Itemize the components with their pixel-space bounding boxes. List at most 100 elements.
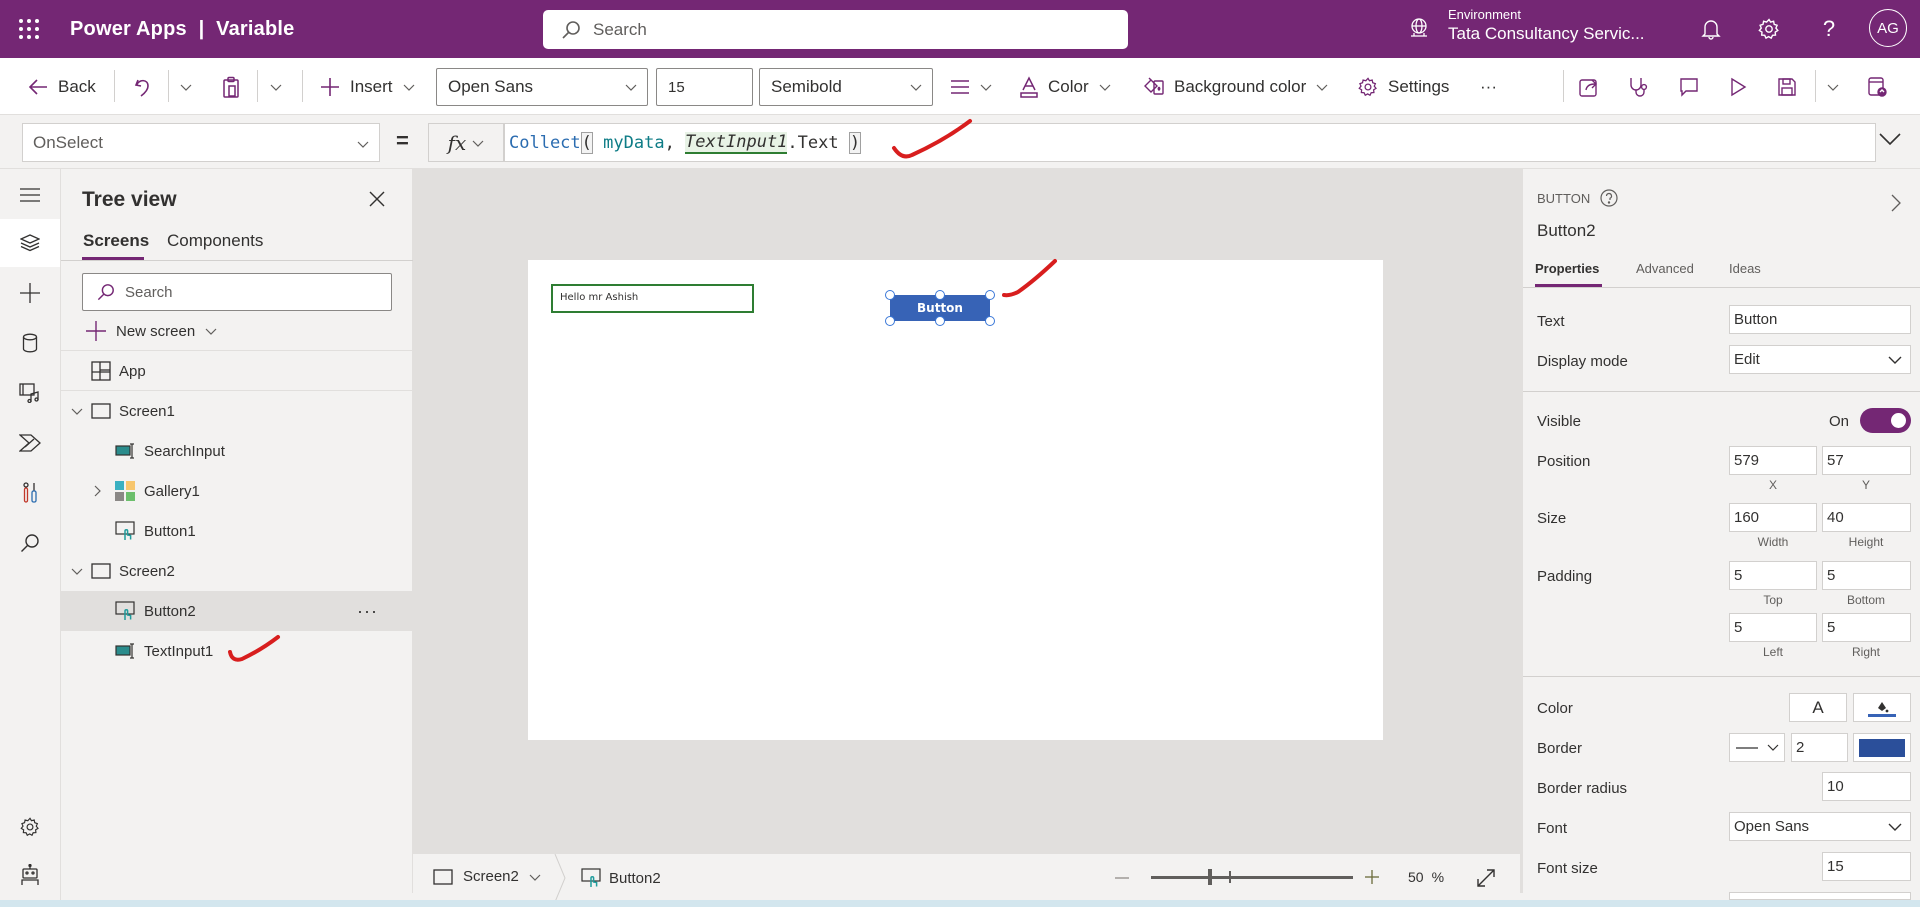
function-button[interactable]: fx xyxy=(428,123,504,162)
tree-item-app[interactable]: App xyxy=(61,351,413,391)
position-y-input[interactable]: 57 xyxy=(1822,446,1911,475)
publish-button[interactable] xyxy=(1866,58,1888,115)
advanced-tools-nav[interactable] xyxy=(0,469,60,517)
resize-handle[interactable] xyxy=(935,316,945,326)
font-weight-dropdown[interactable]: Semibold xyxy=(759,68,933,106)
new-screen-button[interactable]: New screen xyxy=(86,316,217,346)
resize-handle[interactable] xyxy=(885,316,895,326)
new-screen-label: New screen xyxy=(116,322,196,340)
tree-search-input[interactable]: Search xyxy=(82,273,392,311)
border-width-input[interactable]: 2 xyxy=(1791,733,1848,762)
padding-bottom-input[interactable]: 5 xyxy=(1822,561,1911,590)
font-size-input[interactable]: 15 xyxy=(656,68,753,106)
control-breadcrumb[interactable]: Button2 xyxy=(581,868,661,888)
global-search[interactable]: Search xyxy=(543,10,1128,49)
tab-components[interactable]: Components xyxy=(167,231,263,251)
background-color-button[interactable]: Background color xyxy=(1142,58,1328,115)
padding-top-input[interactable]: 5 xyxy=(1729,561,1817,590)
zoom-in-button[interactable] xyxy=(1365,870,1379,884)
property-selector[interactable]: OnSelect xyxy=(22,123,380,162)
save-menu-button[interactable] xyxy=(1827,58,1839,115)
paste-button[interactable] xyxy=(222,58,240,115)
text-align-button[interactable] xyxy=(950,58,992,115)
font-dropdown[interactable]: Open Sans xyxy=(1729,812,1911,841)
preview-button[interactable] xyxy=(1728,58,1748,115)
tree-item-textinput1[interactable]: TextInput1 xyxy=(61,631,413,671)
search-nav[interactable] xyxy=(0,519,60,567)
border-color-picker[interactable] xyxy=(1853,733,1911,762)
border-radius-input[interactable]: 10 xyxy=(1822,772,1911,801)
collapse-panel-chevron-icon[interactable] xyxy=(1890,193,1902,213)
tree-item-screen1[interactable]: Screen1 xyxy=(61,391,413,431)
comments-button[interactable] xyxy=(1678,58,1700,115)
expand-formula-icon[interactable] xyxy=(1878,131,1902,147)
save-button[interactable] xyxy=(1777,58,1797,115)
user-avatar[interactable]: AG xyxy=(1869,9,1907,47)
visible-toggle[interactable] xyxy=(1860,408,1911,433)
formula-input[interactable]: Collect( myData, TextInput1 .Text ) xyxy=(504,123,1876,162)
tab-properties[interactable]: Properties xyxy=(1535,261,1599,276)
height-input[interactable]: 40 xyxy=(1822,503,1911,532)
app-checker-button[interactable] xyxy=(1628,58,1650,115)
color-button[interactable]: Color xyxy=(1020,58,1111,115)
tree-item-button2[interactable]: Button2 ··· xyxy=(61,591,413,631)
padding-left-input[interactable]: 5 xyxy=(1729,613,1817,642)
text-input1-control[interactable]: Hello mr Ashish xyxy=(551,284,754,313)
help-circle-icon[interactable] xyxy=(1600,189,1618,207)
tree-item-button1[interactable]: Button1 xyxy=(61,511,413,551)
undo-menu-button[interactable] xyxy=(180,58,192,115)
app-launcher-icon[interactable] xyxy=(18,18,40,40)
power-automate-nav[interactable] xyxy=(0,419,60,467)
tab-ideas[interactable]: Ideas xyxy=(1729,261,1761,276)
zoom-slider-thumb[interactable] xyxy=(1208,869,1213,885)
tab-screens[interactable]: Screens xyxy=(83,231,149,251)
insert-button[interactable]: Insert xyxy=(320,58,415,115)
resize-handle[interactable] xyxy=(985,316,995,326)
tree-item-gallery1[interactable]: Gallery1 xyxy=(61,471,413,511)
border-style-dropdown[interactable] xyxy=(1729,733,1785,762)
insert-nav[interactable] xyxy=(0,269,60,317)
screen2-canvas[interactable]: Hello mr Ashish Button xyxy=(528,259,1383,740)
share-button[interactable] xyxy=(1578,58,1600,115)
resize-handle[interactable] xyxy=(885,290,895,300)
more-options-icon[interactable]: ··· xyxy=(357,601,378,622)
zoom-unit: % xyxy=(1431,869,1445,885)
position-x-input[interactable]: 579 xyxy=(1729,446,1817,475)
resize-handle[interactable] xyxy=(935,290,945,300)
zoom-slider-track[interactable] xyxy=(1151,876,1353,879)
padding-right-input[interactable]: 5 xyxy=(1822,613,1911,642)
settings-gear-icon[interactable] xyxy=(1756,16,1782,42)
copilot-nav[interactable] xyxy=(0,851,60,899)
environment-icon[interactable] xyxy=(1408,17,1430,39)
tree-item-screen2[interactable]: Screen2 xyxy=(61,551,413,591)
help-icon[interactable]: ? xyxy=(1816,16,1842,42)
width-input[interactable]: 160 xyxy=(1729,503,1817,532)
text-color-picker[interactable]: A xyxy=(1789,693,1847,722)
media-nav[interactable] xyxy=(0,369,60,417)
environment-selector[interactable]: Tata Consultancy Servic... xyxy=(1448,24,1645,44)
settings-button[interactable]: Settings xyxy=(1358,58,1449,115)
notifications-icon[interactable] xyxy=(1698,16,1724,42)
collapse-menu-button[interactable] xyxy=(0,171,60,219)
more-commands-button[interactable]: ··· xyxy=(1480,58,1497,115)
data-nav[interactable] xyxy=(0,319,60,367)
tree-item-searchinput[interactable]: SearchInput xyxy=(61,431,413,471)
display-mode-dropdown[interactable]: Edit xyxy=(1729,345,1911,374)
font-weight-dropdown-partial[interactable] xyxy=(1729,892,1911,900)
zoom-out-button[interactable] xyxy=(1115,877,1129,879)
font-size-input[interactable]: 15 xyxy=(1822,852,1911,881)
screen-breadcrumb[interactable]: Screen2 xyxy=(433,868,541,885)
back-button[interactable]: Back xyxy=(28,58,96,115)
tree-item-label: Screen2 xyxy=(119,562,175,580)
tree-view-nav[interactable] xyxy=(0,219,60,267)
settings-nav[interactable] xyxy=(0,803,60,851)
fill-color-picker[interactable] xyxy=(1853,693,1911,722)
resize-handle[interactable] xyxy=(985,290,995,300)
close-icon[interactable] xyxy=(369,191,385,207)
font-family-dropdown[interactable]: Open Sans xyxy=(436,68,648,106)
paste-menu-button[interactable] xyxy=(270,58,282,115)
text-property-input[interactable]: Button xyxy=(1729,305,1911,334)
tab-advanced[interactable]: Advanced xyxy=(1636,261,1694,276)
undo-button[interactable] xyxy=(133,58,153,115)
fit-to-window-icon[interactable] xyxy=(1476,868,1496,888)
